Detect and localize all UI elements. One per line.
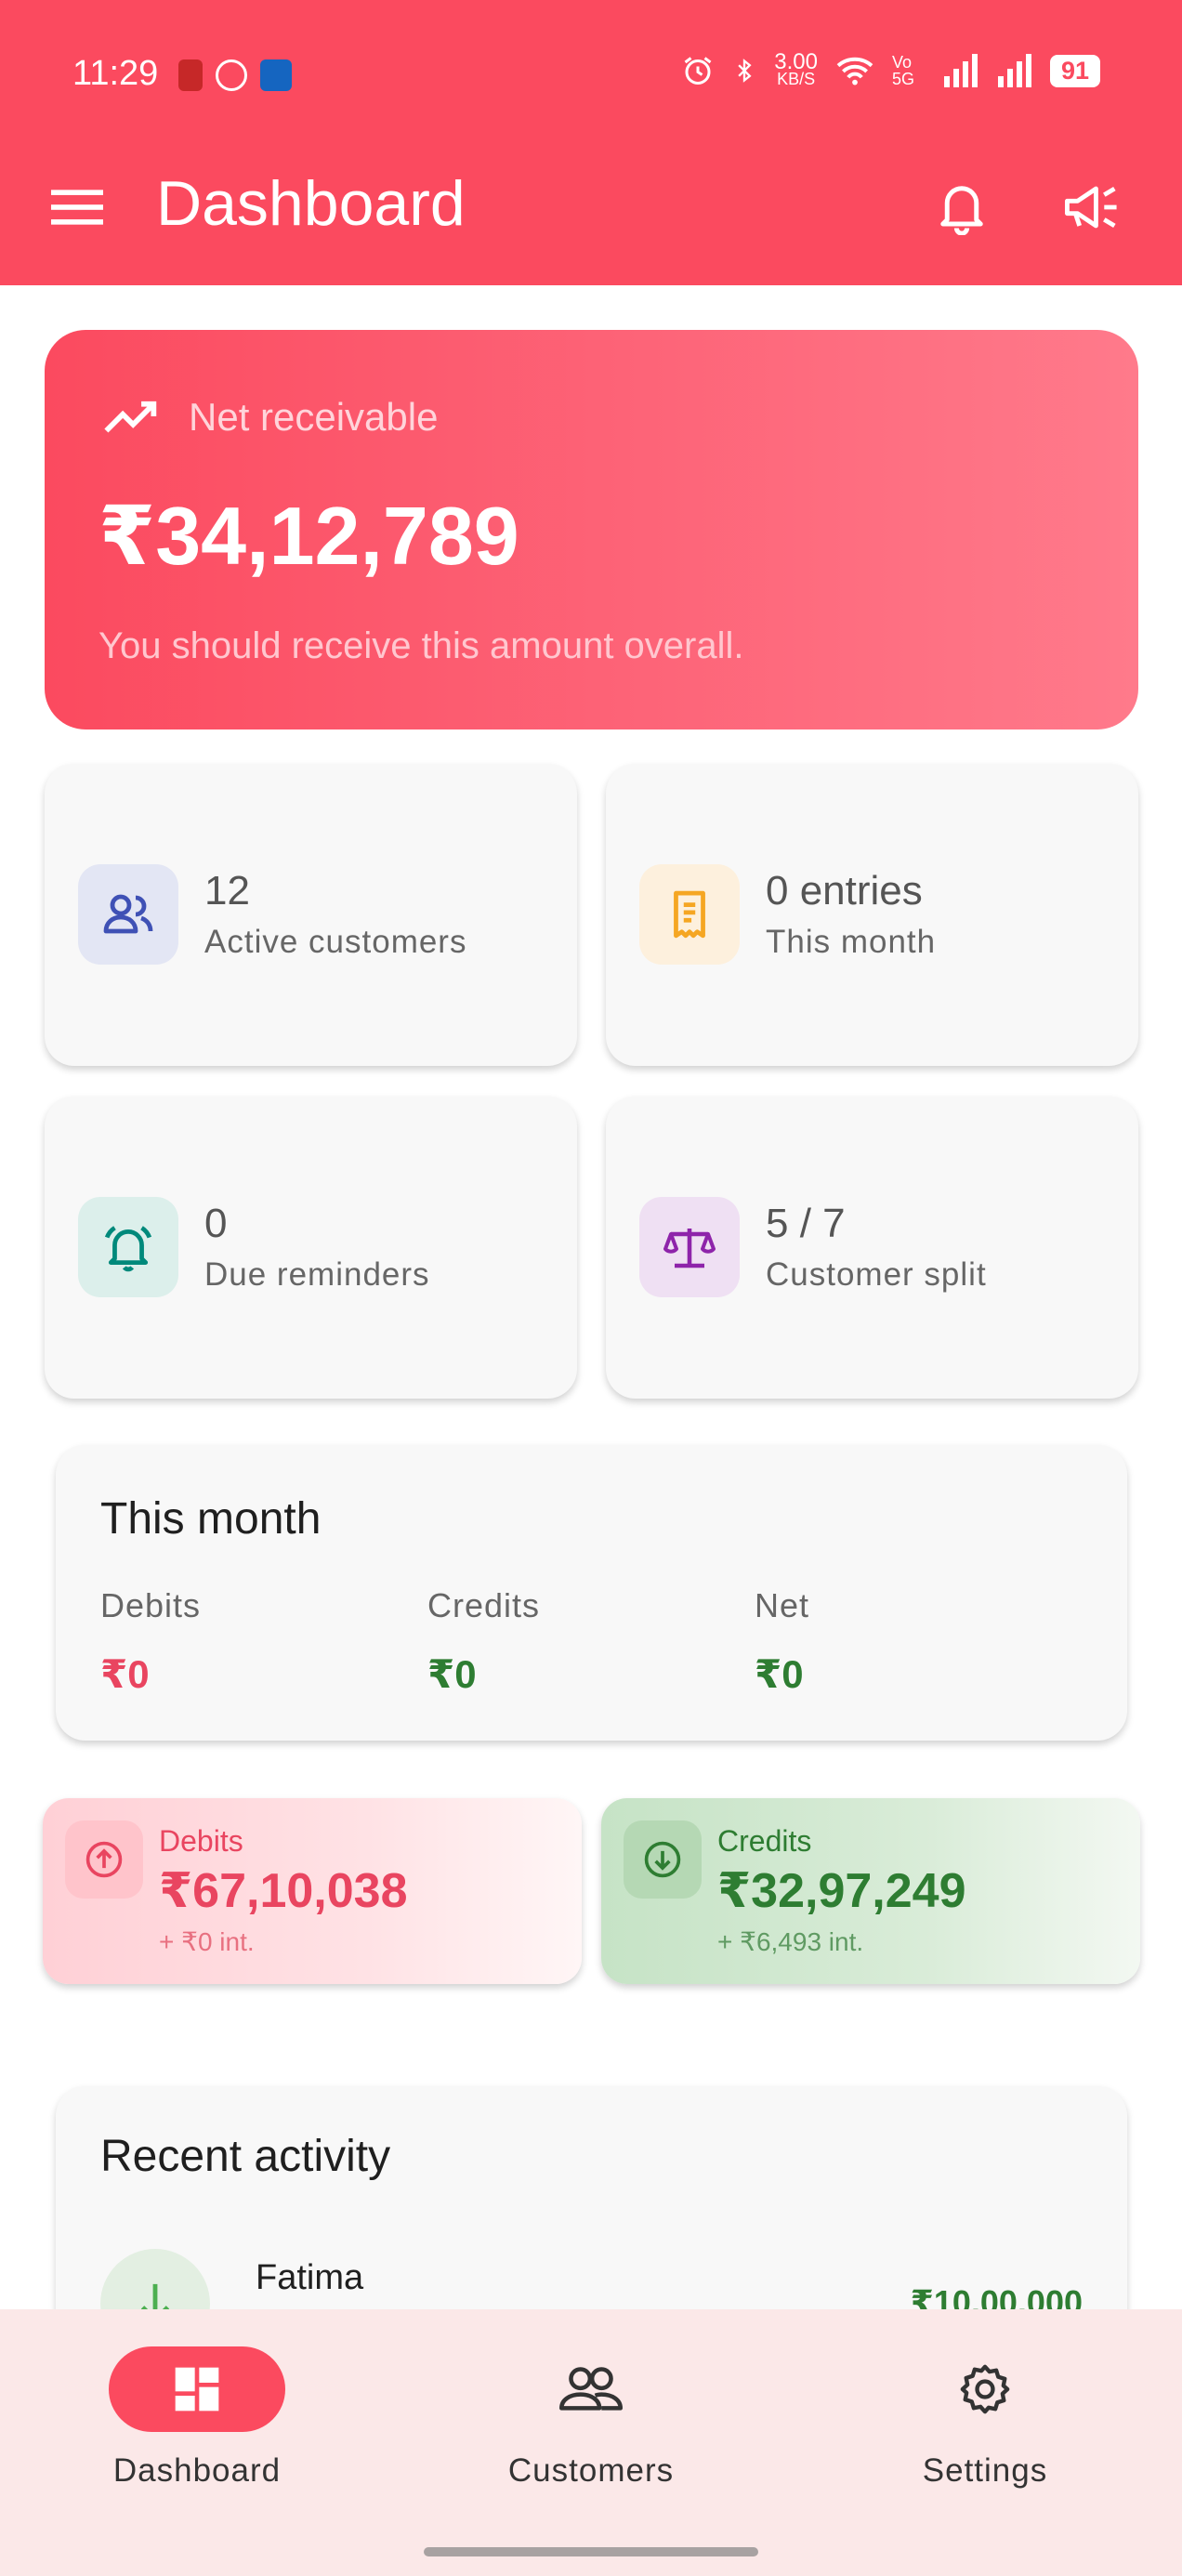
receipt-icon: [674, 890, 705, 939]
month-debits-value: ₹0: [100, 1652, 150, 1696]
volte-indicator: Vo 5G: [891, 53, 914, 88]
stat-value: 5 / 7: [766, 1201, 846, 1246]
hamburger-menu-icon: [51, 190, 103, 225]
this-month-card: This month Debits ₹0 Credits ₹0 Net ₹0: [56, 1445, 1127, 1741]
signal-icon: [997, 54, 1031, 87]
app-notification-icon: [216, 59, 247, 91]
status-bar: 11:29 3.00 KB/S Vo 5G 91: [0, 0, 1182, 153]
total-debits-label: Debits: [159, 1824, 243, 1858]
gear-icon: [960, 2364, 1010, 2414]
notification-icons: [178, 59, 292, 91]
stat-icon-bg: [639, 864, 740, 965]
balance-scale-icon: [663, 1229, 716, 1268]
month-credits: Credits ₹0: [427, 1586, 540, 1697]
menu-button[interactable]: [35, 165, 119, 249]
month-net-value: ₹0: [755, 1652, 804, 1696]
dashboard-icon: [175, 2367, 219, 2412]
nav-item-dashboard[interactable]: Dashboard: [58, 2346, 336, 2490]
total-credits-interest: + ₹6,493 int.: [717, 1927, 864, 1956]
total-credits-amount: ₹32,97,249: [717, 1864, 966, 1918]
stat-value: 0 entries: [766, 868, 923, 913]
status-right: 3.00 KB/S Vo 5G 91: [681, 49, 1100, 88]
stat-caption: Customer split: [766, 1256, 987, 1293]
net-receivable-card[interactable]: Net receivable ₹34,12,789 You should rec…: [45, 330, 1138, 729]
app-notification-icon: [178, 59, 203, 91]
notifications-button[interactable]: [920, 165, 1004, 249]
stat-icon-bg: [78, 1197, 178, 1297]
recent-activity-title: Recent activity: [100, 2132, 391, 2181]
credit-icon-bg: [624, 1820, 702, 1899]
nav-item-customers[interactable]: Customers: [452, 2346, 730, 2490]
nav-icon-wrap: [897, 2346, 1073, 2432]
net-receivable-amount: ₹34,12,789: [98, 490, 519, 582]
total-credits-card[interactable]: Credits ₹32,97,249 + ₹6,493 int.: [601, 1798, 1140, 1984]
month-net: Net ₹0: [755, 1586, 809, 1697]
nav-active-indicator: [109, 2346, 285, 2432]
nav-label: Customers: [507, 2452, 675, 2489]
stat-card-active-customers[interactable]: 12 Active customers: [45, 764, 577, 1066]
arrow-up-circle-icon: [85, 1841, 123, 1878]
stat-value: 12: [204, 868, 250, 913]
total-credits-label: Credits: [717, 1824, 812, 1858]
debit-icon-bg: [65, 1820, 143, 1899]
network-speed: 3.00 KB/S: [774, 49, 818, 88]
signal-icon: [943, 54, 978, 87]
total-debits-amount: ₹67,10,038: [159, 1864, 408, 1918]
arrow-down-circle-icon: [644, 1841, 681, 1878]
activity-customer-name: Fatima: [256, 2258, 364, 2297]
month-debits-label: Debits: [100, 1586, 202, 1624]
bell-icon: [940, 186, 983, 235]
stat-card-due-reminders[interactable]: 0 Due reminders: [45, 1097, 577, 1399]
this-month-title: This month: [100, 1494, 322, 1544]
nav-label: Settings: [922, 2452, 1048, 2489]
month-credits-label: Credits: [427, 1586, 541, 1624]
stat-card-customer-split[interactable]: 5 / 7 Customer split: [606, 1097, 1138, 1399]
net-receivable-subtitle: You should receive this amount overall.: [98, 625, 744, 666]
stat-caption: Due reminders: [204, 1256, 430, 1293]
month-debits: Debits ₹0: [100, 1586, 201, 1697]
trending-up-icon: [104, 401, 157, 433]
stat-card-entries[interactable]: 0 entries This month: [606, 764, 1138, 1066]
home-indicator[interactable]: [424, 2547, 758, 2556]
bluetooth-icon: [738, 59, 752, 83]
nav-item-settings[interactable]: Settings: [846, 2346, 1124, 2490]
wifi-icon: [836, 57, 873, 85]
battery-indicator: 91: [1049, 54, 1100, 87]
month-net-label: Net: [755, 1586, 810, 1624]
alarm-bell-icon: [104, 1226, 152, 1272]
people-icon: [103, 894, 153, 934]
nav-label: Dashboard: [112, 2452, 282, 2489]
stat-icon-bg: [78, 864, 178, 965]
stat-value: 0: [204, 1201, 228, 1246]
nav-icon-wrap: [503, 2346, 679, 2432]
stat-icon-bg: [639, 1197, 740, 1297]
bottom-navigation: Dashboard Customers Settings: [0, 2309, 1182, 2576]
alarm-icon: [684, 57, 712, 85]
stat-caption: This month: [766, 924, 937, 960]
status-time: 11:29: [72, 54, 159, 93]
app-bar: 11:29 3.00 KB/S Vo 5G 91 Dashboard: [0, 0, 1182, 285]
megaphone-icon: [1064, 186, 1117, 229]
net-receivable-label: Net receivable: [189, 395, 439, 439]
month-credits-value: ₹0: [427, 1652, 477, 1696]
announcements-button[interactable]: [1050, 165, 1134, 249]
total-debits-card[interactable]: Debits ₹67,10,038 + ₹0 int.: [43, 1798, 582, 1984]
stat-caption: Active customers: [204, 924, 467, 960]
people-icon: [559, 2367, 623, 2411]
page-title: Dashboard: [156, 168, 466, 239]
app-notification-icon: [260, 59, 292, 91]
total-debits-interest: + ₹0 int.: [159, 1927, 255, 1956]
